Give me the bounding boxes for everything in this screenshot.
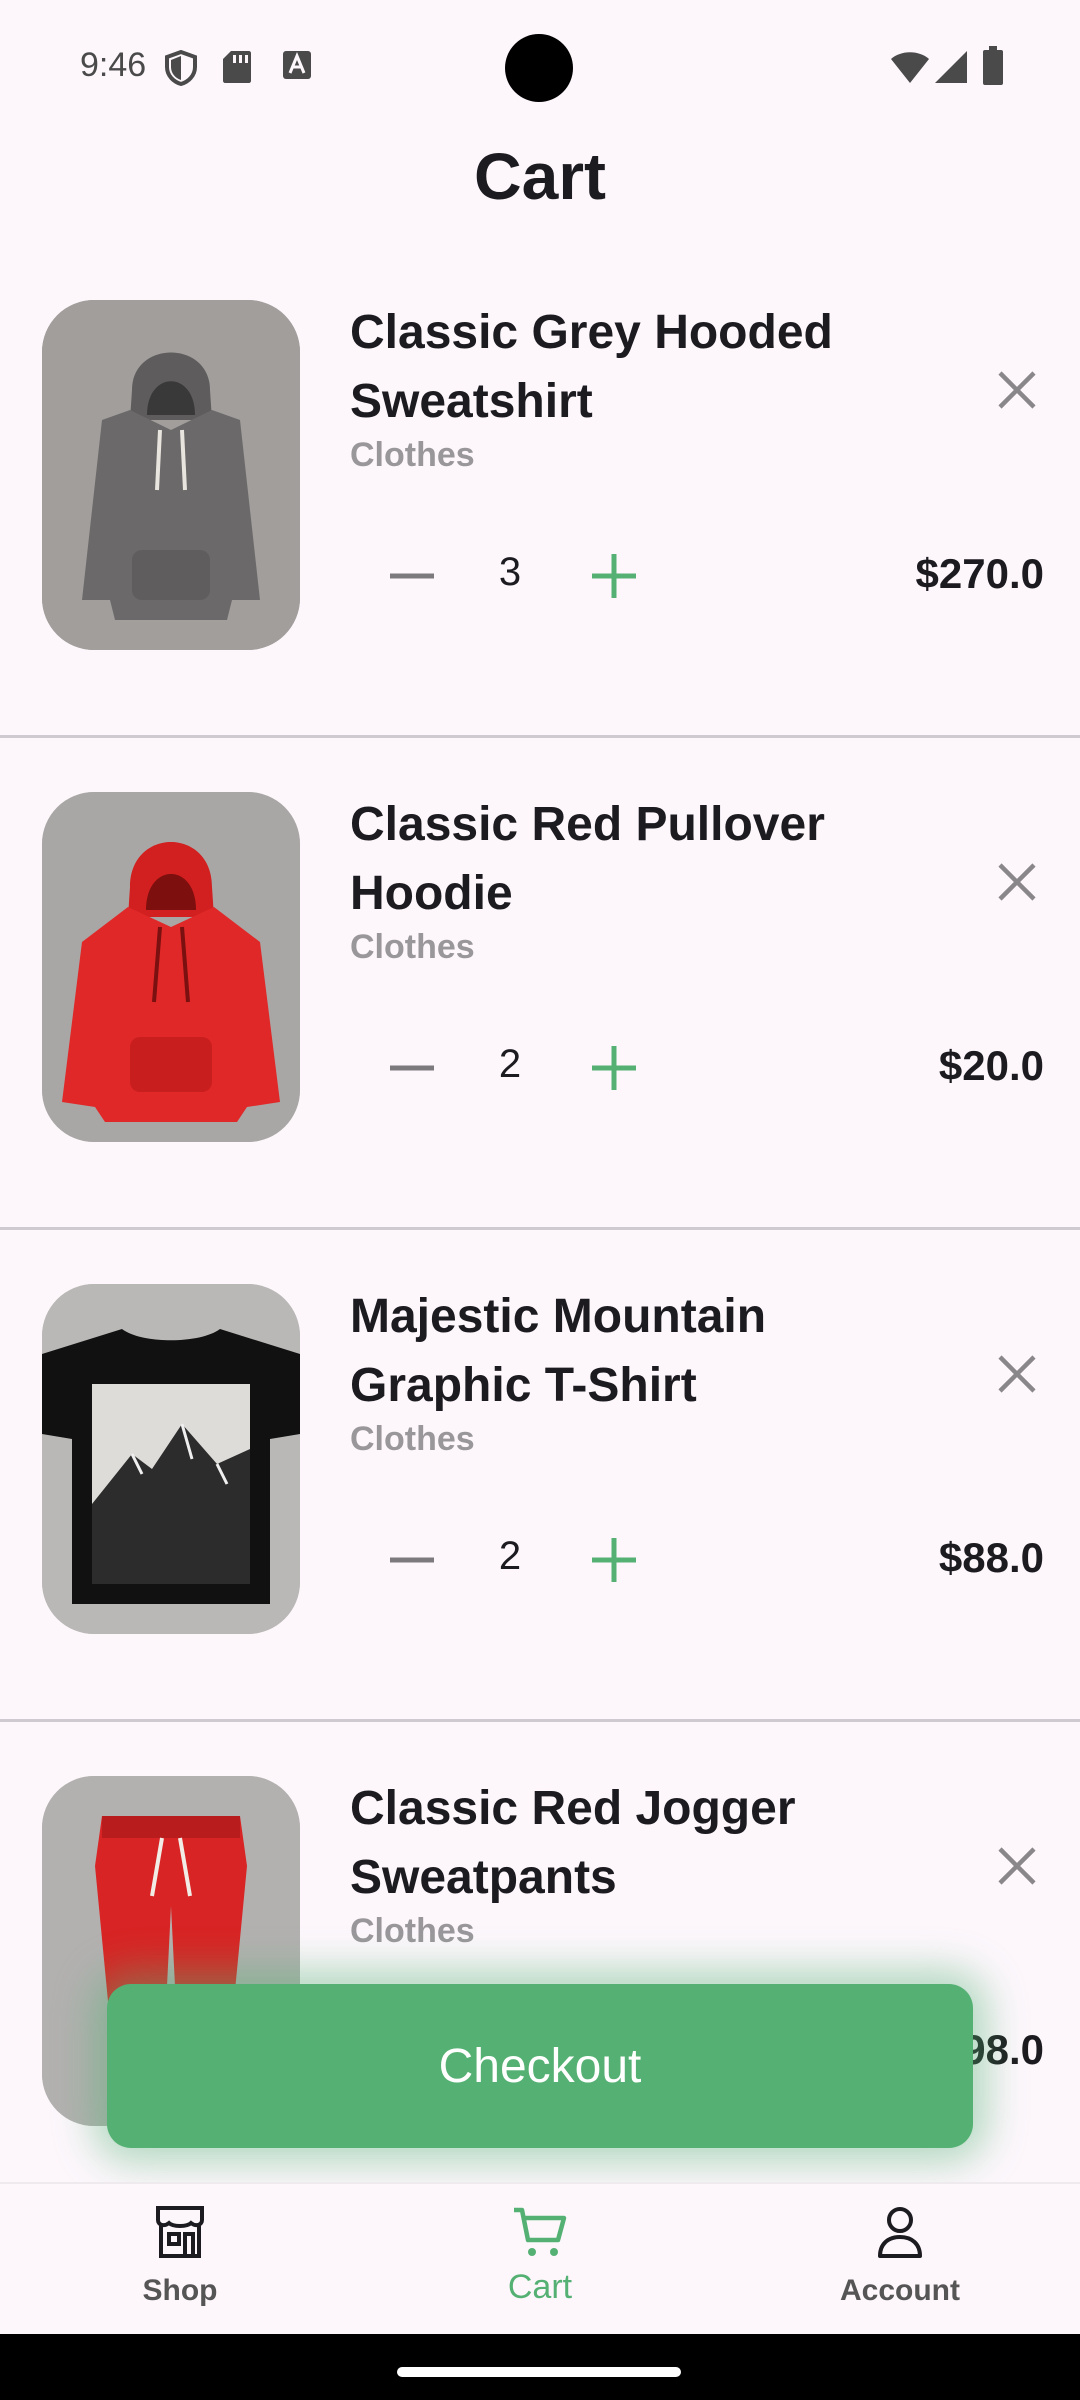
sd-card-icon [223,51,251,83]
status-time: 9:46 [80,46,147,84]
minus-icon [390,1065,434,1071]
product-name: Classic Red Pullover Hoodie [350,798,825,920]
plus-icon [592,554,636,598]
nav-item-account[interactable]: Account [780,2204,1020,2334]
quantity-value: 2 [498,1534,522,1578]
increase-quantity-button[interactable] [582,544,646,608]
home-indicator[interactable] [397,2367,681,2377]
quantity-value: 2 [498,1042,522,1086]
product-category: Clothes [350,928,475,966]
checkout-button[interactable]: Checkout [107,1984,973,2148]
status-bar: 9:46 [0,0,1080,130]
product-name: Classic Grey Hooded Sweatshirt [350,306,833,428]
plus-icon [592,1046,636,1090]
minus-icon [390,573,434,579]
plus-icon [592,1538,636,1582]
product-image-mountain-tshirt [42,1284,300,1634]
battery-icon [983,46,1003,85]
close-icon [998,1847,1036,1885]
cart-item: Majestic Mountain Graphic T-Shirt Clothe… [0,1230,1080,1722]
item-price: $88.0 [938,1534,1044,1581]
person-icon [878,2207,922,2258]
bottom-nav: Shop Cart Account [0,2182,1080,2334]
remove-item-button[interactable] [985,1834,1049,1898]
product-image-grey-hoodie [42,300,300,650]
decrease-quantity-button[interactable] [380,544,444,608]
store-icon [156,2206,204,2258]
product-category: Clothes [350,1420,475,1458]
cart-item: Classic Red Pullover Hoodie Clothes 2 $2… [0,738,1080,1230]
shield-icon [165,50,197,86]
increase-quantity-button[interactable] [582,1528,646,1592]
nav-item-cart[interactable]: Cart [420,2204,660,2334]
decrease-quantity-button[interactable] [380,1036,444,1100]
item-price: $270.0 [915,550,1044,597]
decrease-quantity-button[interactable] [380,1528,444,1592]
item-price: $20.0 [938,1042,1044,1089]
product-image-red-hoodie [42,792,300,1142]
camera-cutout [505,34,573,102]
remove-item-button[interactable] [985,1342,1049,1406]
cart-icon [514,2207,567,2256]
page-title: Cart [473,139,607,213]
nav-item-shop[interactable]: Shop [60,2204,300,2334]
remove-item-button[interactable] [985,358,1049,422]
product-category: Clothes [350,436,475,474]
product-category: Clothes [350,1912,475,1950]
close-icon [998,1355,1036,1393]
cart-list[interactable]: Classic Grey Hooded Sweatshirt Clothes 3… [0,246,1080,2214]
increase-quantity-button[interactable] [582,1036,646,1100]
signal-icon [935,51,967,83]
quantity-value: 3 [498,550,522,594]
wifi-icon [891,52,929,83]
nav-label-shop: Shop [142,2274,218,2307]
nav-label-account: Account [840,2274,960,2307]
cart-item: Classic Grey Hooded Sweatshirt Clothes 3… [0,246,1080,738]
product-name: Majestic Mountain Graphic T-Shirt [350,1290,767,1412]
close-icon [998,863,1036,901]
remove-item-button[interactable] [985,850,1049,914]
minus-icon [390,1557,434,1563]
product-name: Classic Red Jogger Sweatpants [350,1782,796,1904]
font-icon [283,51,311,79]
close-icon [998,371,1036,409]
nav-label-cart: Cart [507,2268,573,2306]
